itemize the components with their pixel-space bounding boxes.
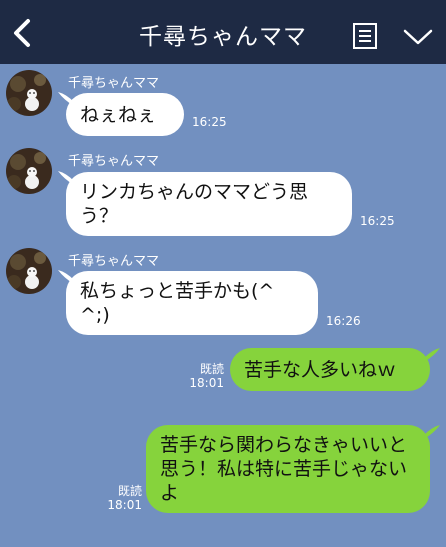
message-text: 苦手なら関わらなきゃいいと思う！私は特に苦手じゃないよ: [160, 434, 408, 504]
sender-name: 千尋ちゃんママ: [68, 154, 160, 169]
message-text: 苦手な人多いねｗ: [244, 358, 397, 381]
avatar[interactable]: [6, 148, 52, 194]
message-text: 私ちょっと苦手かも(^^;): [80, 280, 275, 326]
note-icon[interactable]: [352, 22, 378, 50]
message-time: 18:01: [189, 376, 224, 390]
message-bubble-outgoing[interactable]: 苦手な人多いねｗ: [230, 348, 430, 391]
avatar[interactable]: [6, 248, 52, 294]
message-bubble-incoming[interactable]: ねぇねぇ: [66, 93, 184, 136]
chevron-down-icon[interactable]: [402, 26, 434, 48]
message-time: 18:01: [107, 498, 142, 512]
chat-title: 千尋ちゃんママ: [139, 24, 307, 50]
message-bubble-incoming[interactable]: リンカちゃんのママどう思う？: [66, 172, 352, 236]
sender-name: 千尋ちゃんママ: [68, 254, 160, 269]
sender-name: 千尋ちゃんママ: [68, 76, 160, 91]
chat-header: 千尋ちゃんママ: [0, 0, 446, 64]
message-meta: 既読 18:01: [188, 362, 224, 390]
message-meta: 既読 18:01: [106, 484, 142, 512]
message-time: 16:25: [360, 214, 395, 228]
read-receipt: 既読: [199, 362, 224, 376]
message-time: 16:25: [192, 115, 227, 129]
read-receipt: 既読: [117, 484, 142, 498]
message-time: 16:26: [326, 314, 361, 328]
message-bubble-incoming[interactable]: 私ちょっと苦手かも(^^;): [66, 271, 318, 335]
message-text: ねぇねぇ: [80, 103, 157, 126]
bubble-tail: [424, 348, 440, 362]
bubble-tail: [424, 425, 440, 439]
message-text: リンカちゃんのママどう思う？: [80, 181, 309, 227]
avatar[interactable]: [6, 70, 52, 116]
message-bubble-outgoing[interactable]: 苦手なら関わらなきゃいいと思う！私は特に苦手じゃないよ: [146, 425, 430, 513]
